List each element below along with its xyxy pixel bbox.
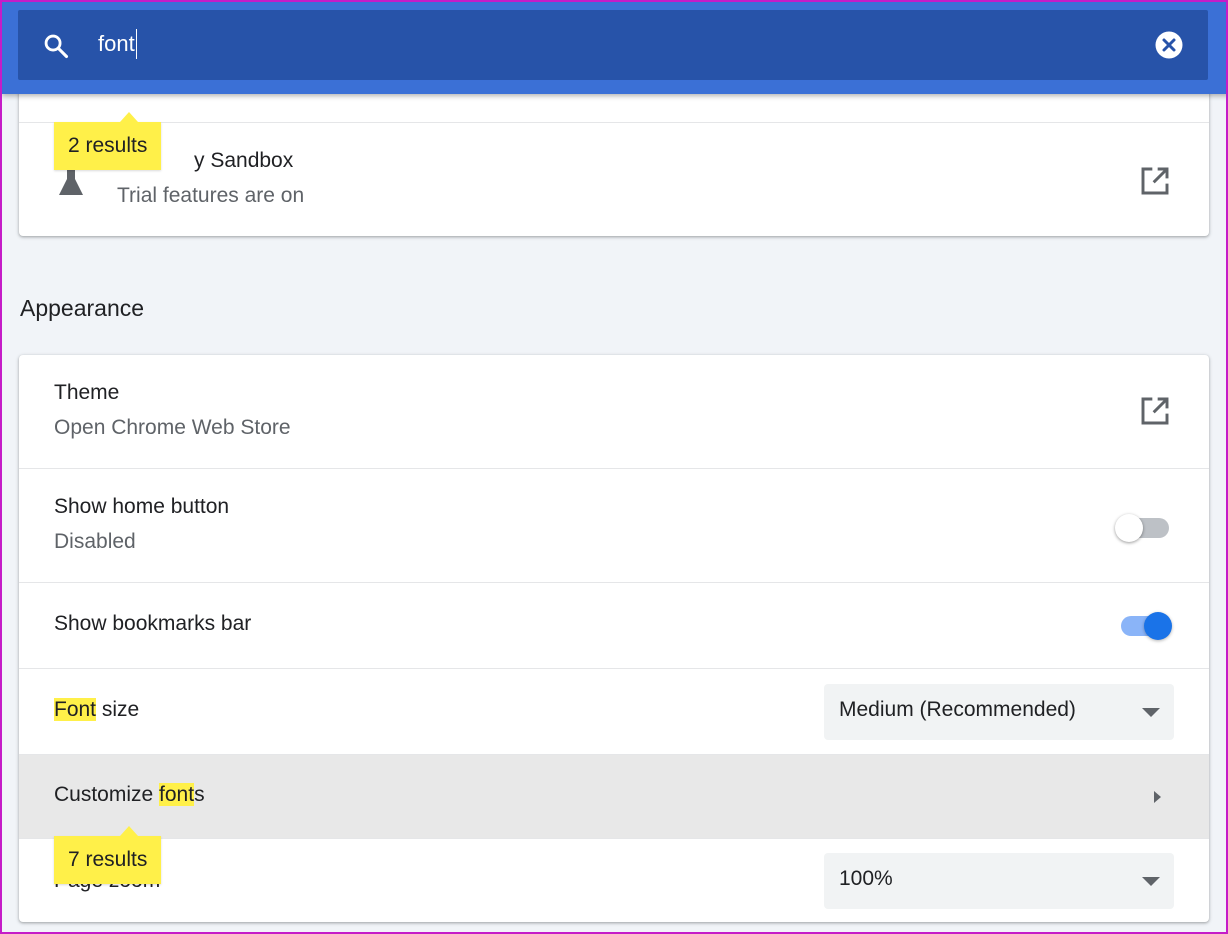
search-highlight: font [159,783,195,806]
settings-window: font y Sandbox Trial features are on 2 r… [0,0,1228,934]
customize-fonts-prefix: Customize [54,783,160,806]
dropdown-arrow-icon [1142,708,1160,717]
show-home-button-row[interactable]: Show home button Disabled [19,468,1209,582]
theme-subtitle: Open Chrome Web Store [54,416,291,439]
arrow-right-icon[interactable] [1151,788,1163,806]
page-zoom-select[interactable]: 100% [824,853,1174,909]
font-size-title: Font size [54,698,139,722]
search-input[interactable]: font [98,29,137,59]
privacy-sandbox-row[interactable]: y Sandbox Trial features are on [19,122,1209,236]
privacy-card: y Sandbox Trial features are on [19,72,1209,236]
appearance-heading: Appearance [20,295,145,321]
dropdown-arrow-icon [1142,877,1160,886]
customize-fonts-suffix: s [194,783,205,806]
page-zoom-row: Page zoom 100% [19,838,1209,922]
search-field[interactable]: font [18,10,1208,80]
search-highlight: Font [54,698,97,721]
show-home-button-status: Disabled [54,530,136,553]
customize-fonts-row[interactable]: Customize fonts [19,754,1209,838]
results-bubble-bottom: 7 results [54,826,162,884]
theme-title: Theme [54,381,120,404]
font-size-value: Medium (Recommended) [839,698,1076,721]
privacy-sandbox-subtitle: Trial features are on [117,184,305,207]
show-bookmarks-bar-row[interactable]: Show bookmarks bar [19,582,1209,668]
customize-fonts-title: Customize fonts [54,783,205,807]
privacy-sandbox-title: y Sandbox [194,149,294,172]
show-bookmarks-bar-title: Show bookmarks bar [54,612,252,635]
search-icon[interactable] [42,32,70,60]
toggle-knob [1115,514,1143,542]
theme-row[interactable]: Theme Open Chrome Web Store [19,355,1209,468]
open-in-new-icon[interactable] [1139,395,1171,427]
clear-search-icon[interactable] [1154,30,1184,60]
font-size-row: Font size Medium (Recommended) [19,668,1209,754]
toggle-knob [1144,612,1172,640]
font-size-select[interactable]: Medium (Recommended) [824,684,1174,740]
appearance-card: Theme Open Chrome Web Store Show home bu… [19,355,1209,922]
search-toolbar: font [2,2,1226,94]
show-bookmarks-bar-toggle[interactable] [1117,607,1173,640]
search-query-text: font [98,31,135,56]
text-cursor [135,29,137,59]
flask-icon [59,169,83,195]
show-home-button-toggle[interactable] [1115,509,1173,542]
open-in-new-icon[interactable] [1139,165,1171,197]
results-bubble-top: 2 results [54,112,162,170]
show-home-button-title: Show home button [54,495,230,518]
font-size-title-rest: size [96,698,140,721]
page-zoom-value: 100% [839,867,893,890]
